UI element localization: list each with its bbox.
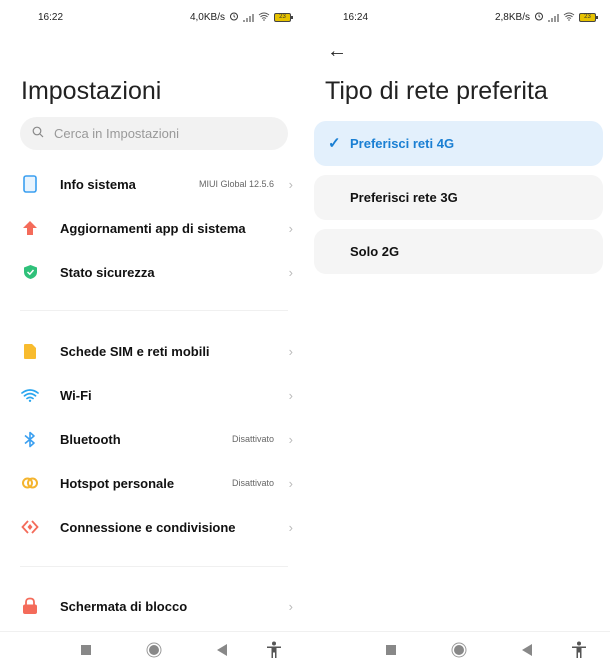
settings-item-wifi[interactable]: Wi-Fi › [0, 373, 305, 417]
settings-item-aggiornamenti[interactable]: Aggiornamenti app di sistema › [0, 206, 305, 250]
wifi-icon [20, 385, 40, 405]
chevron-right-icon: › [288, 387, 293, 403]
item-label: Connessione e condivisione [60, 519, 236, 535]
alarm-icon [229, 11, 239, 24]
lock-icon [20, 596, 40, 616]
network-speed: 2,8KB/s [494, 12, 530, 23]
recents-button[interactable] [383, 642, 399, 658]
navigation-bar [0, 631, 305, 667]
connection-icon [20, 517, 40, 537]
status-time: 16:24 [343, 12, 369, 23]
status-bar: 16:24 2,8KB/s 23 [305, 0, 610, 36]
item-label: Aggiornamenti app di sistema [60, 220, 246, 236]
chevron-right-icon: › [288, 519, 293, 535]
battery-icon: 23 [274, 13, 293, 22]
chevron-right-icon: › [288, 176, 293, 192]
settings-screen: 16:22 4,0KB/s 23 Impostazioni Info siste… [0, 0, 305, 667]
back-arrow-icon[interactable]: ← [327, 40, 347, 63]
page-title: Tipo di rete preferita [325, 77, 548, 105]
battery-icon: 23 [579, 13, 598, 22]
chevron-right-icon: › [288, 343, 293, 359]
network-type-screen: 16:24 2,8KB/s 23 ← Tipo di rete preferit… [305, 0, 610, 667]
item-label: Bluetooth [60, 431, 121, 447]
hotspot-icon [20, 473, 40, 493]
settings-item-info-sistema[interactable]: Info sistema MIUI Global 12.5.6 › [0, 162, 305, 206]
back-button[interactable] [214, 642, 230, 658]
signal-icon [243, 13, 254, 22]
chevron-right-icon: › [288, 264, 293, 280]
chevron-right-icon: › [288, 220, 293, 236]
chevron-right-icon: › [288, 431, 293, 447]
item-label: Wi-Fi [60, 387, 92, 403]
home-button[interactable] [451, 642, 467, 658]
settings-item-schermata-blocco[interactable]: Schermata di blocco › [0, 584, 305, 628]
settings-item-connessione[interactable]: Connessione e condivisione › [0, 505, 305, 549]
navigation-bar [305, 631, 610, 667]
sim-card-icon [20, 341, 40, 361]
wifi-status-icon [258, 12, 270, 24]
accessibility-icon[interactable] [571, 641, 587, 658]
search-input[interactable] [54, 126, 254, 141]
option-4g[interactable]: ✓ Preferisci reti 4G [314, 121, 603, 166]
item-label: Stato sicurezza [60, 264, 155, 280]
arrow-up-icon [20, 218, 40, 238]
option-2g[interactable]: Solo 2G [314, 229, 603, 274]
chevron-right-icon: › [288, 475, 293, 491]
item-label: Info sistema [60, 176, 136, 192]
section-divider [20, 566, 288, 567]
option-3g[interactable]: Preferisci rete 3G [314, 175, 603, 220]
recents-button[interactable] [78, 642, 94, 658]
section-divider [20, 310, 288, 311]
shield-icon [20, 262, 40, 282]
option-label: Preferisci rete 3G [350, 190, 458, 205]
settings-item-stato-sicurezza[interactable]: Stato sicurezza › [0, 250, 305, 294]
back-button[interactable] [519, 642, 535, 658]
check-icon: ✓ [328, 135, 341, 152]
item-label: Schermata di blocco [60, 598, 188, 614]
wifi-status-icon [563, 12, 575, 24]
option-label: Preferisci reti 4G [350, 136, 455, 151]
bluetooth-icon [20, 429, 40, 449]
page-title: Impostazioni [21, 77, 162, 105]
item-value: Disattivato [231, 434, 274, 444]
settings-item-bluetooth[interactable]: Bluetooth Disattivato › [0, 417, 305, 461]
status-bar: 16:22 4,0KB/s 23 [0, 0, 305, 36]
item-label: Hotspot personale [60, 475, 175, 491]
chevron-right-icon: › [288, 598, 293, 614]
settings-item-hotspot[interactable]: Hotspot personale Disattivato › [0, 461, 305, 505]
status-time: 16:22 [38, 12, 64, 23]
settings-item-sim[interactable]: Schede SIM e reti mobili › [0, 329, 305, 373]
item-label: Schede SIM e reti mobili [60, 343, 210, 359]
phone-icon [20, 174, 40, 194]
item-value: MIUI Global 12.5.6 [198, 179, 274, 189]
search-icon [32, 125, 44, 143]
network-speed: 4,0KB/s [189, 12, 225, 23]
accessibility-icon[interactable] [266, 641, 282, 658]
item-value: Disattivato [231, 478, 274, 488]
search-bar[interactable] [20, 117, 288, 150]
signal-icon [548, 13, 559, 22]
option-label: Solo 2G [350, 244, 400, 259]
alarm-icon [534, 11, 544, 24]
home-button[interactable] [146, 642, 162, 658]
